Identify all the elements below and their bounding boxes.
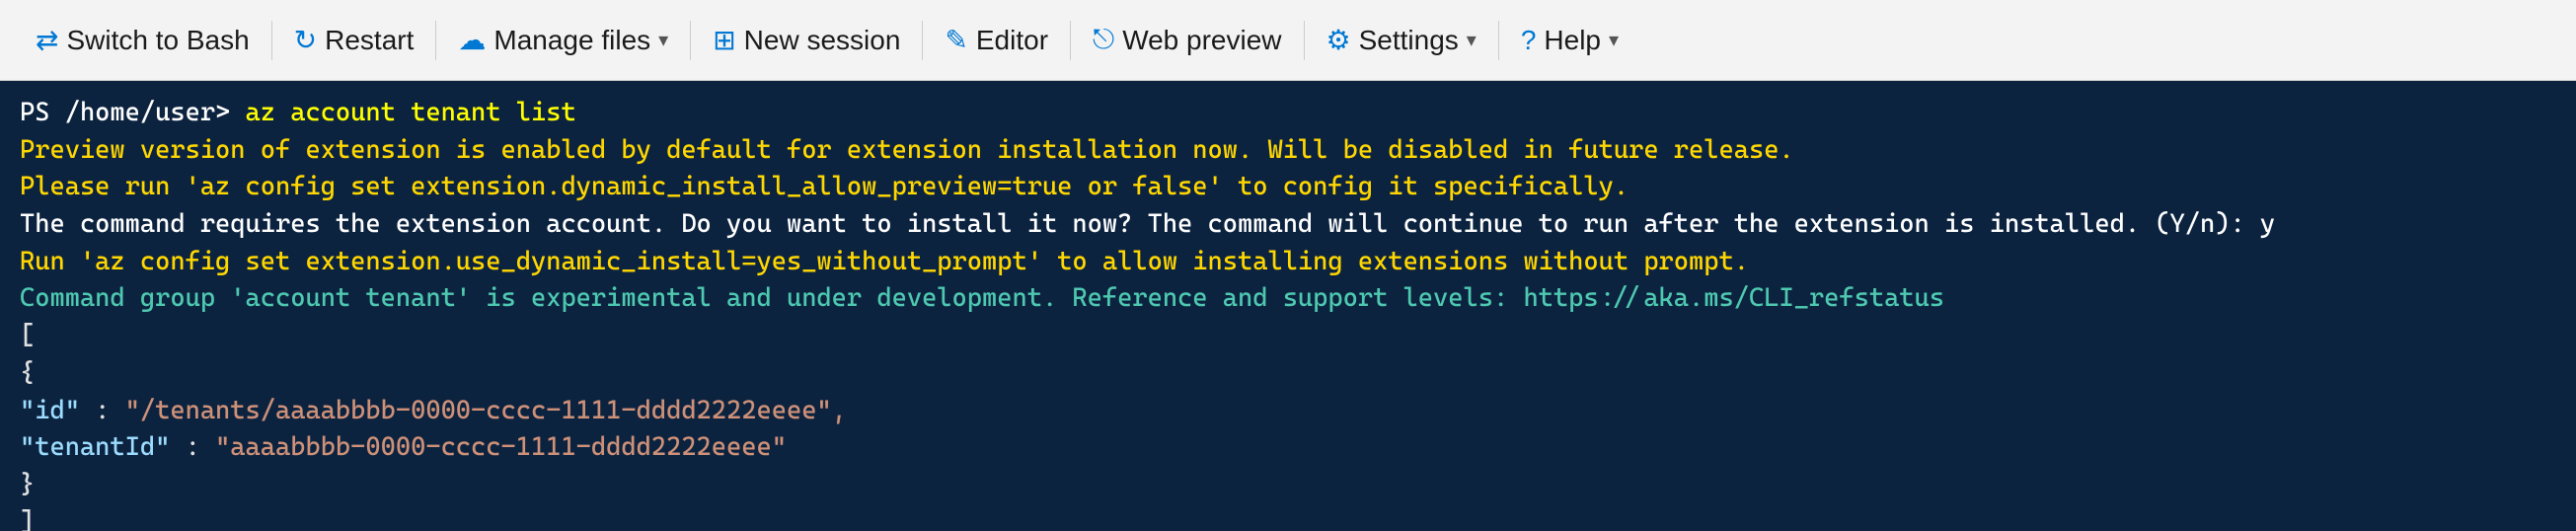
- switch-bash-icon: ⇄: [36, 24, 58, 56]
- web-preview-button[interactable]: ⎋ Web preview: [1075, 0, 1299, 80]
- divider-7: [1498, 21, 1499, 60]
- editor-icon: ✎: [945, 24, 967, 56]
- switch-to-bash-button[interactable]: ⇄ Switch to Bash: [18, 0, 267, 80]
- json-id-value: "/tenants/aaaabbbb-0000-cccc-1111-dddd22…: [125, 396, 847, 425]
- web-preview-label: Web preview: [1122, 25, 1281, 56]
- settings-button[interactable]: ⚙ Settings ▾: [1309, 0, 1494, 80]
- terminal-json-brace-open: {: [20, 355, 2556, 393]
- terminal-json-open-bracket: [: [20, 318, 2556, 355]
- web-preview-icon: ⎋: [1093, 24, 1114, 56]
- new-session-icon: ⊞: [713, 24, 735, 56]
- terminal-prompt-line: PS /home/user> az account tenant list: [20, 95, 2556, 132]
- new-session-label: New session: [744, 25, 901, 56]
- terminal-line-4: Run 'az config set extension.use_dynamic…: [20, 244, 2556, 281]
- divider-3: [690, 21, 691, 60]
- restart-button[interactable]: ↻ Restart: [276, 0, 432, 80]
- help-button[interactable]: ? Help ▾: [1503, 0, 1636, 80]
- json-tenantid-key: "tenantId": [20, 432, 170, 462]
- terminal-json-tenantid-line: "tenantId" : "aaaabbbb-0000-cccc-1111-dd…: [20, 429, 2556, 467]
- help-chevron-icon: ▾: [1609, 28, 1619, 52]
- terminal-json-close-bracket: ]: [20, 504, 2556, 531]
- terminal-panel[interactable]: PS /home/user> az account tenant list Pr…: [0, 81, 2576, 531]
- divider-1: [271, 21, 272, 60]
- help-icon: ?: [1521, 25, 1537, 56]
- restart-icon: ↻: [294, 24, 317, 56]
- restart-label: Restart: [325, 25, 414, 56]
- terminal-json-id-line: "id" : "/tenants/aaaabbbb-0000-cccc-1111…: [20, 393, 2556, 430]
- help-label: Help: [1544, 25, 1601, 56]
- terminal-json-brace-close: }: [20, 467, 2556, 504]
- prompt-text: PS /home/user>: [20, 98, 230, 127]
- json-tenantid-value: "aaaabbbb-0000-cccc-1111-dddd2222eeee": [215, 432, 787, 462]
- toolbar: ⇄ Switch to Bash ↻ Restart ☁ Manage file…: [0, 0, 2576, 81]
- settings-chevron-icon: ▾: [1467, 28, 1477, 52]
- divider-4: [922, 21, 923, 60]
- divider-6: [1304, 21, 1305, 60]
- manage-files-label: Manage files: [493, 25, 650, 56]
- json-id-key: "id": [20, 396, 80, 425]
- divider-5: [1070, 21, 1071, 60]
- manage-files-icon: ☁: [458, 24, 486, 56]
- divider-2: [435, 21, 436, 60]
- command-text: az account tenant list: [246, 98, 576, 127]
- manage-files-button[interactable]: ☁ Manage files ▾: [440, 0, 686, 80]
- manage-files-chevron-icon: ▾: [658, 28, 668, 52]
- terminal-line-2: Please run 'az config set extension.dyna…: [20, 169, 2556, 206]
- editor-button[interactable]: ✎ Editor: [927, 0, 1066, 80]
- switch-bash-label: Switch to Bash: [66, 25, 249, 56]
- new-session-button[interactable]: ⊞ New session: [695, 0, 918, 80]
- terminal-line-5: Command group 'account tenant' is experi…: [20, 280, 2556, 318]
- terminal-line-1: Preview version of extension is enabled …: [20, 132, 2556, 170]
- settings-label: Settings: [1359, 25, 1459, 56]
- editor-label: Editor: [976, 25, 1048, 56]
- settings-icon: ⚙: [1326, 24, 1351, 56]
- terminal-line-3: The command requires the extension accou…: [20, 206, 2556, 244]
